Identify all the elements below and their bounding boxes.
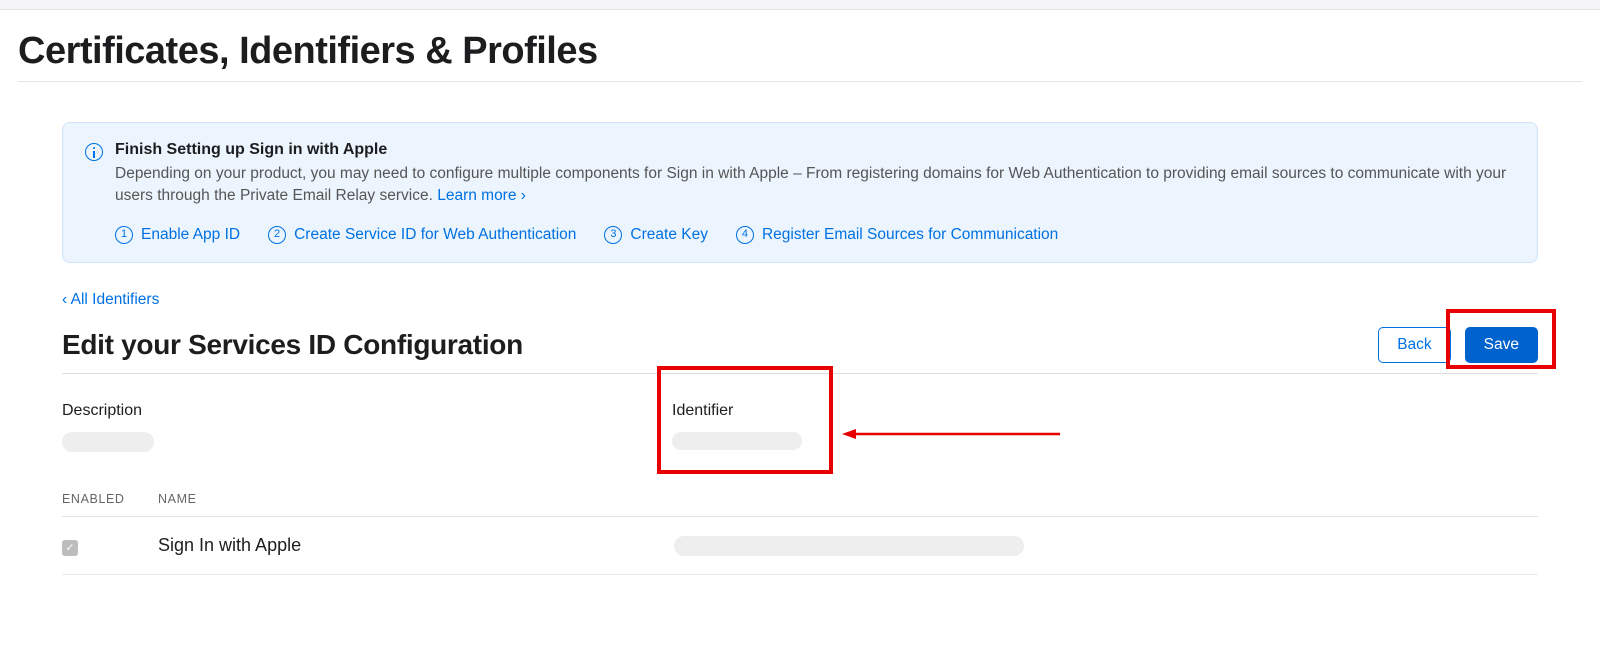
step-label: Enable App ID xyxy=(141,226,240,244)
capability-config-redacted xyxy=(674,536,1024,556)
back-button[interactable]: Back xyxy=(1378,327,1450,363)
col-enabled: ENABLED xyxy=(62,492,132,506)
identifier-label: Identifier xyxy=(672,402,1072,420)
identifier-value-redacted xyxy=(672,432,802,450)
capability-name: Sign In with Apple xyxy=(158,535,648,556)
step-create-service-id[interactable]: 2 Create Service ID for Web Authenticati… xyxy=(268,226,576,244)
table-row: ✓ Sign In with Apple xyxy=(62,517,1538,576)
config-title: Edit your Services ID Configuration xyxy=(62,329,523,361)
description-label: Description xyxy=(62,402,672,420)
page-title: Certificates, Identifiers & Profiles xyxy=(18,30,1582,73)
step-number-icon: 2 xyxy=(268,226,286,244)
all-identifiers-link[interactable]: ‹ All Identifiers xyxy=(62,291,159,309)
step-number-icon: 4 xyxy=(736,226,754,244)
step-label: Create Key xyxy=(630,226,708,244)
description-value-redacted xyxy=(62,432,154,452)
step-number-icon: 3 xyxy=(604,226,622,244)
step-number-icon: 1 xyxy=(115,226,133,244)
step-create-key[interactable]: 3 Create Key xyxy=(604,226,708,244)
enabled-checkbox[interactable]: ✓ xyxy=(62,540,78,556)
notice-title: Finish Setting up Sign in with Apple xyxy=(115,141,1515,159)
step-label: Register Email Sources for Communication xyxy=(762,226,1058,244)
save-button[interactable]: Save xyxy=(1465,327,1538,363)
step-label: Create Service ID for Web Authentication xyxy=(294,226,576,244)
config-divider xyxy=(62,373,1538,374)
setup-notice: Finish Setting up Sign in with Apple Dep… xyxy=(62,122,1538,263)
col-name: NAME xyxy=(158,492,1538,506)
info-icon xyxy=(85,143,103,161)
step-register-email-sources[interactable]: 4 Register Email Sources for Communicati… xyxy=(736,226,1058,244)
notice-body: Depending on your product, you may need … xyxy=(115,163,1515,208)
notice-text: Depending on your product, you may need … xyxy=(115,165,1506,204)
learn-more-link[interactable]: Learn more › xyxy=(437,187,526,204)
step-enable-app-id[interactable]: 1 Enable App ID xyxy=(115,226,240,244)
title-divider xyxy=(18,81,1582,82)
